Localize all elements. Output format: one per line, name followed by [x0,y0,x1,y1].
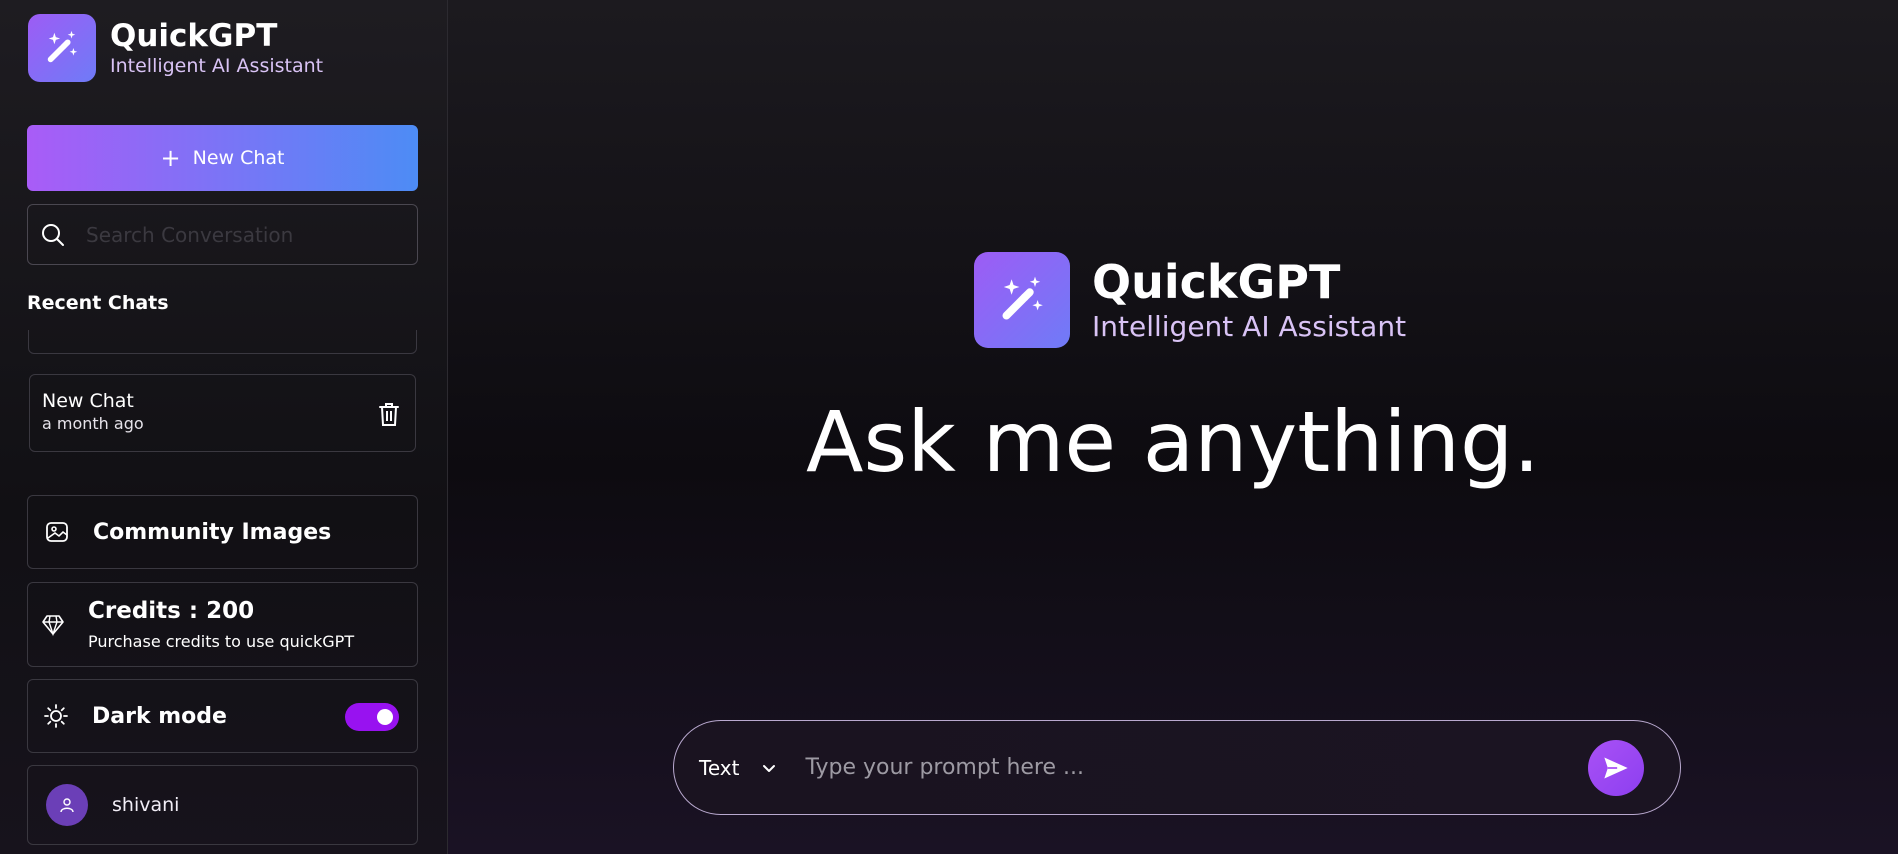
logo [28,14,96,82]
plus-icon: + [160,144,181,172]
mode-value: Text [699,755,740,780]
new-chat-button[interactable]: + New Chat [27,125,418,191]
user-name: shivani [112,794,180,816]
user-profile[interactable]: shivani [27,765,418,845]
mode-select[interactable]: Text [699,756,777,780]
search-box [27,204,418,265]
brand: QuickGPT Intelligent AI Assistant [28,14,323,82]
dark-mode-toggle[interactable] [345,703,399,731]
avatar [46,784,88,826]
magic-wand-icon [47,30,78,63]
hero-brand: QuickGPT Intelligent AI Assistant [974,252,1406,348]
prompt-input[interactable] [805,737,1588,798]
hero-logo [974,252,1070,348]
dark-mode-label: Dark mode [92,703,227,729]
sun-icon [44,704,68,728]
prompt-bar: Text [673,720,1681,815]
search-icon [40,222,66,248]
hero-title: QuickGPT [1092,255,1341,309]
credits-title: Credits : 200 [88,597,255,624]
send-icon [1604,757,1628,778]
community-images-label: Community Images [93,519,332,545]
community-images-link[interactable]: Community Images [27,495,418,569]
credits-subtitle: Purchase credits to use quickGPT [88,631,355,651]
chat-list[interactable]: New Chat a month ago [27,330,418,460]
toggle-knob [377,709,393,725]
list-item[interactable]: New Chat a month ago [29,374,416,452]
diamond-icon [42,614,64,636]
search-input[interactable] [86,205,417,264]
headline: Ask me anything. [806,393,1540,491]
credits-card[interactable]: Credits : 200 Purchase credits to use qu… [27,582,418,667]
magic-wand-icon [1002,276,1043,320]
new-chat-label: New Chat [192,147,285,169]
app-title: QuickGPT [110,18,278,54]
trash-icon[interactable] [377,401,401,427]
chat-title: New Chat [42,390,134,412]
hero-subtitle: Intelligent AI Assistant [1092,310,1407,343]
dark-mode-row: Dark mode [27,679,418,753]
chevron-down-icon [763,764,776,772]
image-icon [46,522,68,542]
app-subtitle: Intelligent AI Assistant [110,55,324,77]
user-icon [60,798,74,813]
recent-chats-heading: Recent Chats [27,292,169,314]
list-item[interactable] [28,330,417,354]
sidebar: QuickGPT Intelligent AI Assistant + New … [0,0,448,854]
chat-time: a month ago [42,414,144,433]
send-button[interactable] [1588,739,1644,796]
